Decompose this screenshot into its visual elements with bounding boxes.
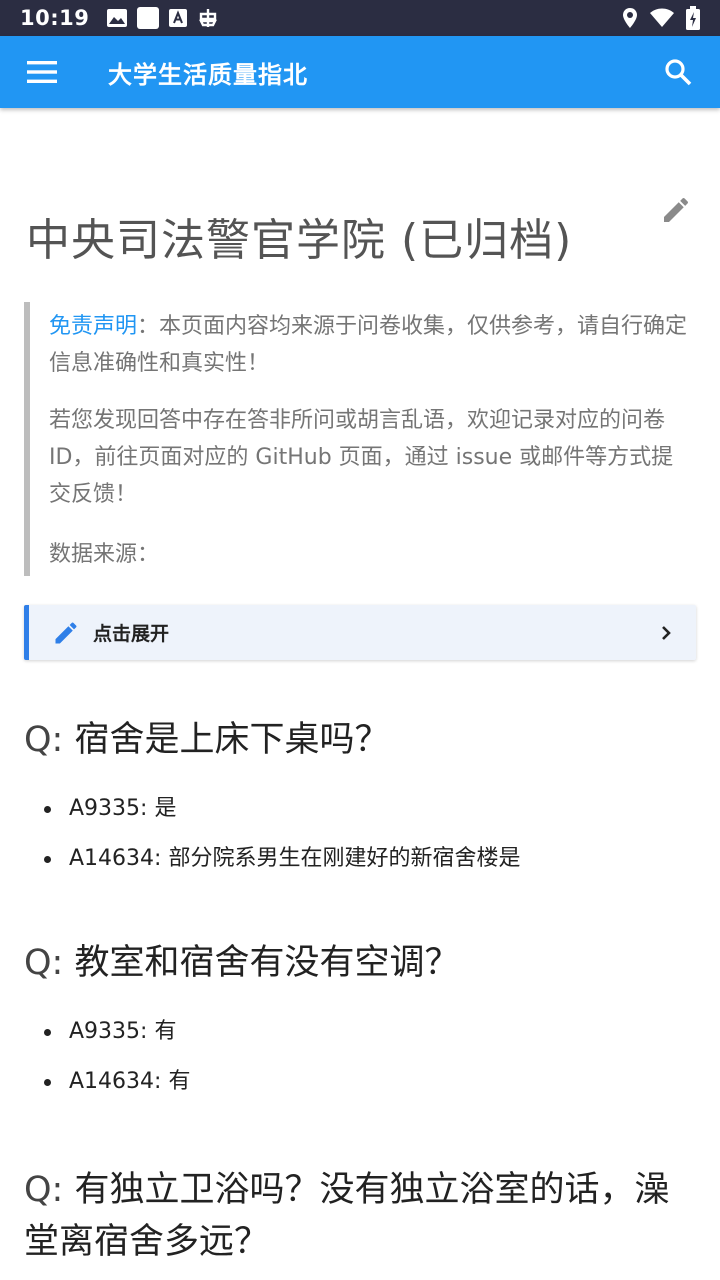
status-time: 10:19 — [20, 6, 90, 30]
answer-list: A9335: 有 A14634: 有 — [24, 1007, 696, 1107]
feedback-paragraph: 若您发现回答中存在答非所问或胡言乱语，欢迎记录对应的问卷 ID，前往页面对应的 … — [49, 408, 674, 507]
disclaimer-text: ：本页面内容均来源于问卷收集，仅供参考，请自行确定信息准确性和真实性！ — [49, 314, 688, 376]
chevron-right-icon — [654, 621, 678, 645]
question-prefix: Q: — [24, 1170, 64, 1210]
qa-section: Q: 有独立卫浴吗？没有独立浴室的话，澡堂离宿舍多远？ — [24, 1164, 696, 1268]
location-icon — [622, 7, 638, 29]
answer-item: A14634: 部分院系男生在刚建好的新宿舍楼是 — [24, 834, 696, 884]
menu-icon — [27, 61, 57, 83]
question-text: 教室和宿舍有没有空调？ — [74, 943, 460, 983]
pencil-icon — [51, 618, 81, 648]
question-text: 宿舍是上床下桌吗？ — [74, 720, 390, 760]
search-button[interactable] — [636, 36, 720, 108]
menu-button[interactable] — [0, 36, 84, 108]
expand-details-button[interactable]: 点击展开 — [24, 605, 696, 660]
notification-icons — [107, 7, 219, 29]
data-source-label: 数据来源： — [49, 542, 160, 567]
page-title: 中央司法警官学院 (已归档) — [26, 215, 573, 267]
question-heading: Q: 教室和宿舍有没有空调？ — [24, 937, 696, 989]
edit-icon — [660, 194, 692, 226]
qa-section: Q: 教室和宿舍有没有空调？ A9335: 有 A14634: 有 — [24, 937, 696, 1107]
answer-item: A9335: 是 — [24, 784, 696, 834]
bug-icon — [197, 7, 219, 29]
question-prefix: Q: — [24, 943, 64, 983]
qa-section: Q: 宿舍是上床下桌吗？ A9335: 是 A14634: 部分院系男生在刚建好… — [24, 714, 696, 884]
disclaimer-blockquote: 免责声明：本页面内容均来源于问卷收集，仅供参考，请自行确定信息准确性和真实性！ … — [24, 302, 696, 576]
status-bar: 10:19 — [0, 0, 720, 36]
image-icon — [107, 9, 128, 27]
main-content: 中央司法警官学院 (已归档) 免责声明：本页面内容均来源于问卷收集，仅供参考，请… — [0, 108, 720, 1280]
wifi-icon — [650, 8, 674, 28]
app-title: 大学生活质量指北 — [108, 60, 308, 89]
battery-icon — [686, 6, 700, 30]
square-icon — [137, 7, 160, 29]
question-text: 有独立卫浴吗？没有独立浴室的话，澡堂离宿舍多远？ — [24, 1170, 670, 1262]
font-icon — [169, 9, 188, 27]
app-bar: 大学生活质量指北 — [0, 36, 720, 108]
search-icon — [664, 58, 692, 86]
edit-button[interactable] — [660, 194, 696, 230]
answer-item: A9335: 有 — [24, 1007, 696, 1057]
question-heading: Q: 有独立卫浴吗？没有独立浴室的话，澡堂离宿舍多远？ — [24, 1164, 696, 1268]
expand-label: 点击展开 — [93, 623, 170, 645]
question-heading: Q: 宿舍是上床下桌吗？ — [24, 714, 696, 766]
question-prefix: Q: — [24, 720, 64, 760]
answer-item: A14634: 有 — [24, 1057, 696, 1107]
answer-list: A9335: 是 A14634: 部分院系男生在刚建好的新宿舍楼是 — [24, 784, 696, 884]
disclaimer-paragraph: 免责声明：本页面内容均来源于问卷收集，仅供参考，请自行确定信息准确性和真实性！ — [49, 308, 688, 382]
disclaimer-label: 免责声明 — [49, 314, 138, 339]
